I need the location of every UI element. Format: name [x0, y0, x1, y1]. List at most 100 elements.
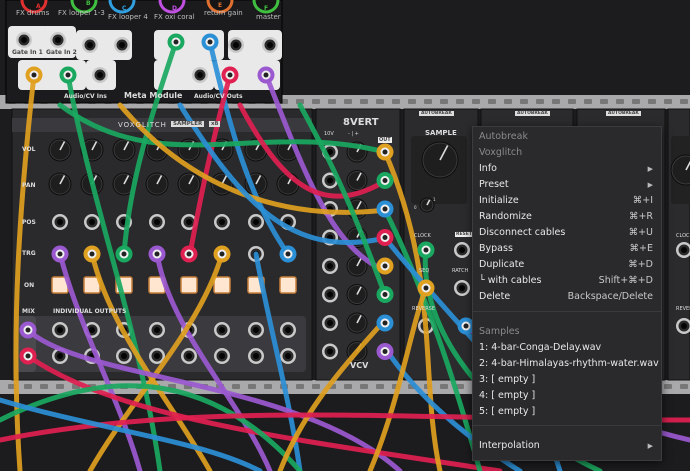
- plug-tip: [25, 327, 31, 333]
- cable-plug-orange[interactable]: [83, 245, 101, 263]
- attenuverter-knob[interactable]: [346, 170, 368, 191]
- meta-jack[interactable]: [114, 37, 130, 53]
- meta-jack[interactable]: [16, 32, 32, 48]
- cable-plug-orange[interactable]: [213, 245, 231, 263]
- clock-label-4: CLOCK: [676, 233, 690, 239]
- cable-plug-orange[interactable]: [25, 66, 43, 84]
- cable-plug-purple[interactable]: [19, 321, 37, 339]
- plug-tip: [154, 251, 160, 257]
- cable-plug-green[interactable]: [417, 241, 435, 259]
- eight-vert-input-jack[interactable]: [322, 258, 338, 274]
- meta-jack[interactable]: [192, 67, 208, 83]
- jack-hole: [186, 219, 192, 225]
- individual-output-jack[interactable]: [280, 322, 296, 338]
- menu-item-preset[interactable]: Preset ▶: [473, 177, 661, 193]
- individual-output-jack[interactable]: [280, 348, 296, 364]
- jack-hole: [327, 291, 333, 298]
- eight-vert-output-plug[interactable]: [376, 314, 394, 332]
- menu-sample-3[interactable]: 3: [ empty ]: [473, 372, 661, 388]
- meta-jack[interactable]: [262, 37, 278, 53]
- jack-hole: [459, 247, 465, 253]
- individual-output-jack[interactable]: [248, 322, 264, 338]
- reset-jack[interactable]: [454, 242, 470, 258]
- cable-plug-green[interactable]: [167, 33, 185, 51]
- eight-vert-output-plug[interactable]: [376, 257, 394, 275]
- menu-item-disconnect-cables[interactable]: Disconnect cables ⌘+U: [473, 225, 661, 241]
- menu-item-initialize[interactable]: Initialize ⌘+I: [473, 193, 661, 209]
- individual-output-jack[interactable]: [214, 348, 230, 364]
- attenuverter-knob[interactable]: [346, 312, 368, 334]
- menu-item-duplicate-with-cables[interactable]: └ with cables Shift+⌘+D: [473, 273, 661, 289]
- rail-hole: [24, 384, 32, 389]
- volume-knob[interactable]: [112, 138, 136, 162]
- eight-vert-output-plug[interactable]: [376, 229, 394, 246]
- cable-plug-orange[interactable]: [417, 279, 435, 297]
- menu-sample-4[interactable]: 4: [ empty ]: [473, 388, 661, 404]
- menu-sample-1[interactable]: 1: 4-bar-Conga-Delay.wav: [473, 340, 661, 356]
- eight-vert-output-plug[interactable]: [376, 286, 394, 303]
- individual-output-jack[interactable]: [248, 348, 264, 364]
- row-label-pan: PAN: [22, 182, 36, 189]
- meta-jack[interactable]: [228, 37, 244, 53]
- menu-separator-2: [473, 425, 661, 426]
- meta-letter-d: D: [172, 5, 177, 12]
- jack-hole: [219, 353, 225, 359]
- menu-item-delete[interactable]: Delete Backspace/Delete: [473, 289, 661, 305]
- pan-knob[interactable]: [145, 172, 169, 196]
- on-button[interactable]: [279, 276, 297, 294]
- individual-output-jack[interactable]: [116, 348, 132, 364]
- cable-plug-green[interactable]: [59, 66, 77, 84]
- individual-output-jack[interactable]: [52, 322, 68, 338]
- individual-output-jack[interactable]: [149, 322, 165, 338]
- cable-plug-purple[interactable]: [148, 245, 166, 263]
- cable-plug-red[interactable]: [19, 347, 37, 365]
- volume-knob[interactable]: [177, 138, 201, 162]
- cable-plug-blue[interactable]: [201, 33, 219, 51]
- context-menu: Autobreak Voxglitch Info ▶ Preset ▶ Initia…: [472, 126, 662, 461]
- sample-select-knob[interactable]: [421, 141, 459, 179]
- volume-knob[interactable]: [48, 138, 72, 162]
- position-jack[interactable]: [84, 214, 100, 230]
- position-jack[interactable]: [248, 214, 264, 230]
- cable-plug-purple[interactable]: [257, 66, 275, 84]
- eight-vert-input-jack[interactable]: [322, 286, 338, 303]
- menu-sample-5[interactable]: 5: [ empty ]: [473, 404, 661, 420]
- rail-hole: [360, 99, 368, 104]
- cable-plug-red[interactable]: [180, 245, 198, 263]
- position-jack[interactable]: [52, 214, 68, 230]
- menu-item-info[interactable]: Info ▶: [473, 161, 661, 177]
- on-button[interactable]: [213, 276, 231, 294]
- eight-vert-output-plug[interactable]: [376, 200, 394, 218]
- menu-item-interpolation[interactable]: Interpolation ▶: [473, 438, 661, 454]
- meta-jack[interactable]: [92, 67, 108, 83]
- rack-workspace[interactable]: FX drums FX looper 1-3 FX looper 4 FX ox…: [0, 0, 690, 471]
- jack-hole: [121, 353, 127, 359]
- menu-sample-2[interactable]: 2: 4-bar-Himalayas-rhythm-water.wav: [473, 356, 661, 372]
- on-button[interactable]: [180, 276, 198, 294]
- plug-tip: [382, 320, 388, 326]
- menu-item-randomize[interactable]: Randomize ⌘+R: [473, 209, 661, 225]
- eight-vert-output-plug[interactable]: [376, 172, 394, 189]
- cable-plug-green[interactable]: [115, 245, 133, 263]
- cable-plug-purple[interactable]: [51, 245, 69, 263]
- cable-plug-blue[interactable]: [279, 245, 297, 263]
- eight-vert-output-plug[interactable]: [376, 143, 394, 161]
- pan-knob[interactable]: [177, 172, 201, 196]
- menu-item-duplicate[interactable]: Duplicate ⌘+D: [473, 257, 661, 273]
- ratch-jack[interactable]: [454, 280, 470, 296]
- meta-jack[interactable]: [50, 32, 66, 48]
- position-jack[interactable]: [214, 214, 230, 230]
- individual-output-jack[interactable]: [214, 322, 230, 338]
- eight-vert-output-plug[interactable]: [376, 343, 394, 360]
- pan-knob[interactable]: [48, 172, 72, 196]
- position-jack[interactable]: [149, 214, 165, 230]
- cable-plug-red[interactable]: [221, 66, 239, 84]
- rail-hole: [456, 99, 464, 104]
- eight-vert-input-jack[interactable]: [322, 343, 338, 360]
- attenuverter-knob[interactable]: [346, 284, 368, 305]
- menu-item-bypass[interactable]: Bypass ⌘+E: [473, 241, 661, 257]
- individual-output-jack[interactable]: [181, 348, 197, 364]
- eight-vert-input-jack[interactable]: [322, 315, 338, 331]
- rail-hole: [616, 99, 624, 104]
- meta-jack[interactable]: [82, 37, 98, 53]
